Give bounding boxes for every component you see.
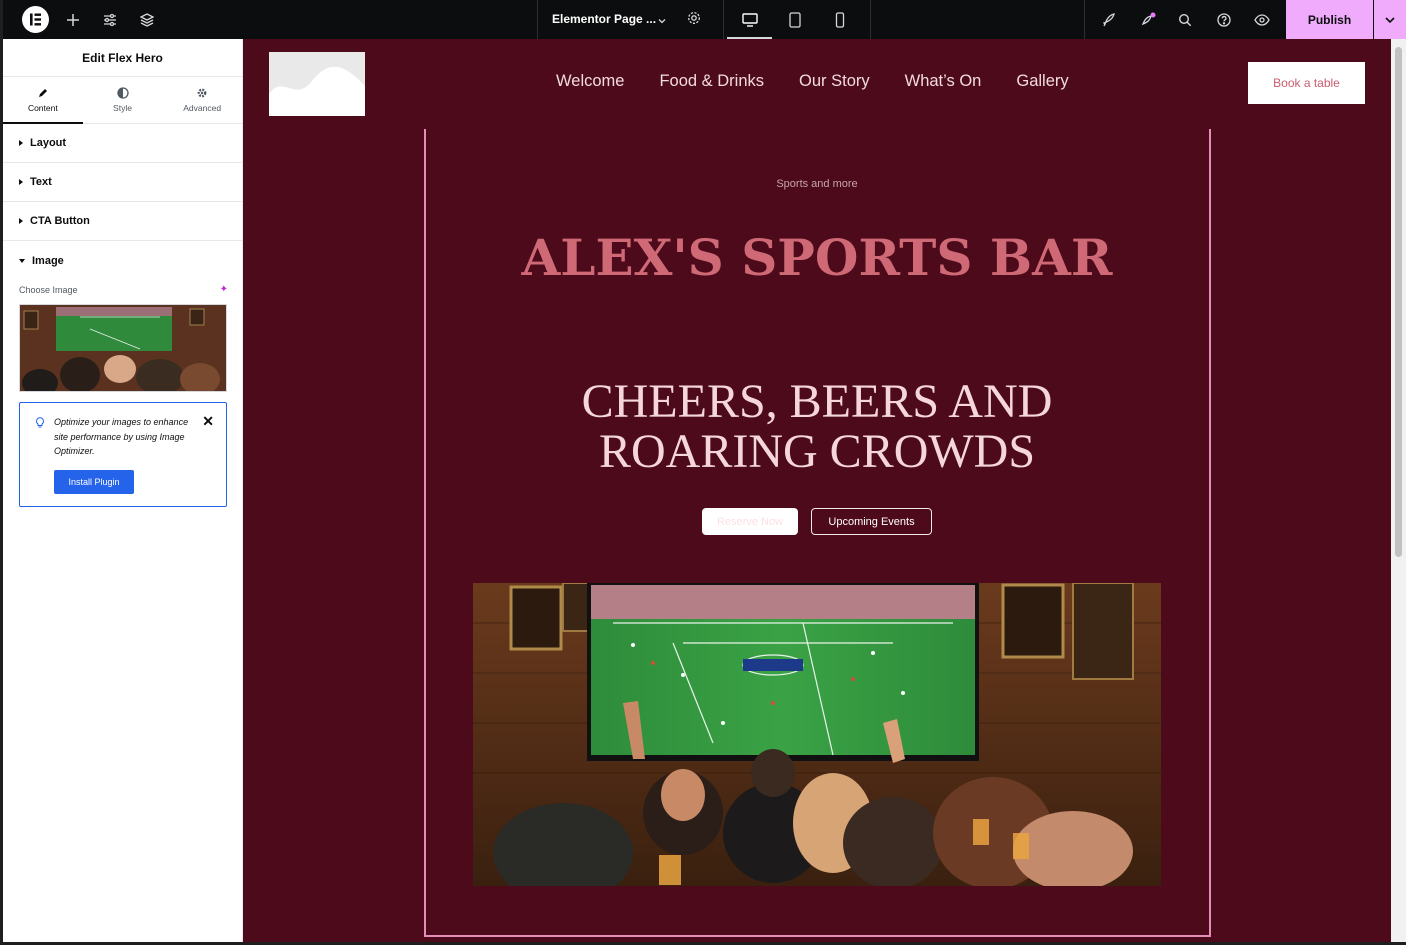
caret-right-icon [19,140,23,146]
notifications-icon[interactable] [1138,0,1158,39]
rocket-icon[interactable] [1099,0,1119,39]
panel-tabs: Content Style Advanced [3,77,242,124]
chevron-down-icon [1385,16,1395,23]
nav-item-welcome[interactable]: Welcome [556,72,624,91]
editor-panel: Edit Flex Hero Content Style Advanced La… [3,39,243,942]
nav-item-our-story[interactable]: Our Story [799,72,870,91]
image-thumbnail[interactable] [19,304,227,392]
chevron-down-icon [657,13,667,31]
section-text[interactable]: Text [3,163,242,202]
reserve-now-button[interactable]: Reserve Now [702,508,798,535]
gear-icon [197,88,207,98]
book-table-button[interactable]: Book a table [1248,62,1365,104]
caret-down-icon [19,258,25,263]
page-settings-gear-icon[interactable] [687,11,701,30]
elementor-logo-icon[interactable] [22,6,49,33]
help-icon[interactable] [1214,0,1234,39]
close-icon[interactable]: ✕ [202,413,214,430]
editor-app: Elementor Page ... Publish Edit Flex Her… [3,0,1406,942]
mobile-view-icon[interactable] [830,0,850,39]
scrollbar-thumb[interactable] [1395,47,1402,557]
top-bar: Elementor Page ... Publish [3,0,1406,39]
tab-label: Content [27,103,58,113]
caret-right-icon [19,179,23,185]
site-canvas: Welcome Food & Drinks Our Story What’s O… [243,39,1391,942]
site-logo-placeholder-icon[interactable] [269,52,365,116]
add-element-icon[interactable] [63,0,83,39]
document-title: Elementor Page ... [552,12,657,26]
notice-message: Optimize your images to enhance site per… [54,417,189,456]
tab-label: Style [113,103,132,113]
sports-bar-crowd-image [473,583,1161,886]
lightbulb-icon [34,415,46,433]
choose-image-label: Choose Image [19,285,78,295]
preview-eye-icon[interactable] [1252,0,1272,39]
layers-icon[interactable] [137,0,157,39]
image-optimizer-notice: ✕ Optimize your images to enhance site p… [19,402,227,507]
tab-content[interactable]: Content [3,77,83,124]
stadium-crowd-thumbnail [20,305,226,391]
hero-image[interactable] [473,583,1161,886]
hero-subheadline: CHEERS, BEERS AND ROARING CROWDS [581,375,1053,478]
search-icon[interactable] [1175,0,1195,39]
nav-item-food-drinks[interactable]: Food & Drinks [659,72,764,91]
panel-title: Edit Flex Hero [3,39,242,77]
tablet-view-icon[interactable] [785,0,805,39]
upcoming-events-button[interactable]: Upcoming Events [811,508,932,535]
divider [1084,0,1085,39]
publish-button[interactable]: Publish [1286,0,1373,39]
section-label: Text [30,176,52,188]
site-nav: Welcome Food & Drinks Our Story What’s O… [556,72,1069,91]
pencil-icon [38,89,47,97]
tab-style[interactable]: Style [83,77,163,123]
section-image[interactable]: Image [3,241,242,280]
desktop-view-icon[interactable] [740,0,760,39]
publish-options-button[interactable] [1374,0,1406,39]
caret-right-icon [19,218,23,224]
section-cta-button[interactable]: CTA Button [3,202,242,241]
half-circle-icon [116,87,129,99]
canvas-scrollbar[interactable] [1391,39,1406,942]
section-label: Image [32,254,64,267]
choose-image-row: Choose Image ✦ [3,280,242,300]
hero-headline: ALEX'S SPORTS BAR [521,228,1113,287]
section-layout[interactable]: Layout [3,124,242,163]
nav-item-gallery[interactable]: Gallery [1016,72,1068,91]
site-settings-icon[interactable] [100,0,120,39]
install-plugin-button[interactable]: Install Plugin [54,470,134,494]
section-label: Layout [30,137,67,149]
ai-sparkle-icon[interactable]: ✦ [220,284,228,295]
nav-item-whats-on[interactable]: What’s On [905,72,982,91]
section-label: CTA Button [30,215,90,227]
tab-advanced[interactable]: Advanced [162,77,242,123]
tab-label: Advanced [183,103,222,113]
document-title-menu[interactable]: Elementor Page ... [537,0,871,39]
divider [723,0,724,39]
hero-eyebrow: Sports and more [776,178,858,190]
